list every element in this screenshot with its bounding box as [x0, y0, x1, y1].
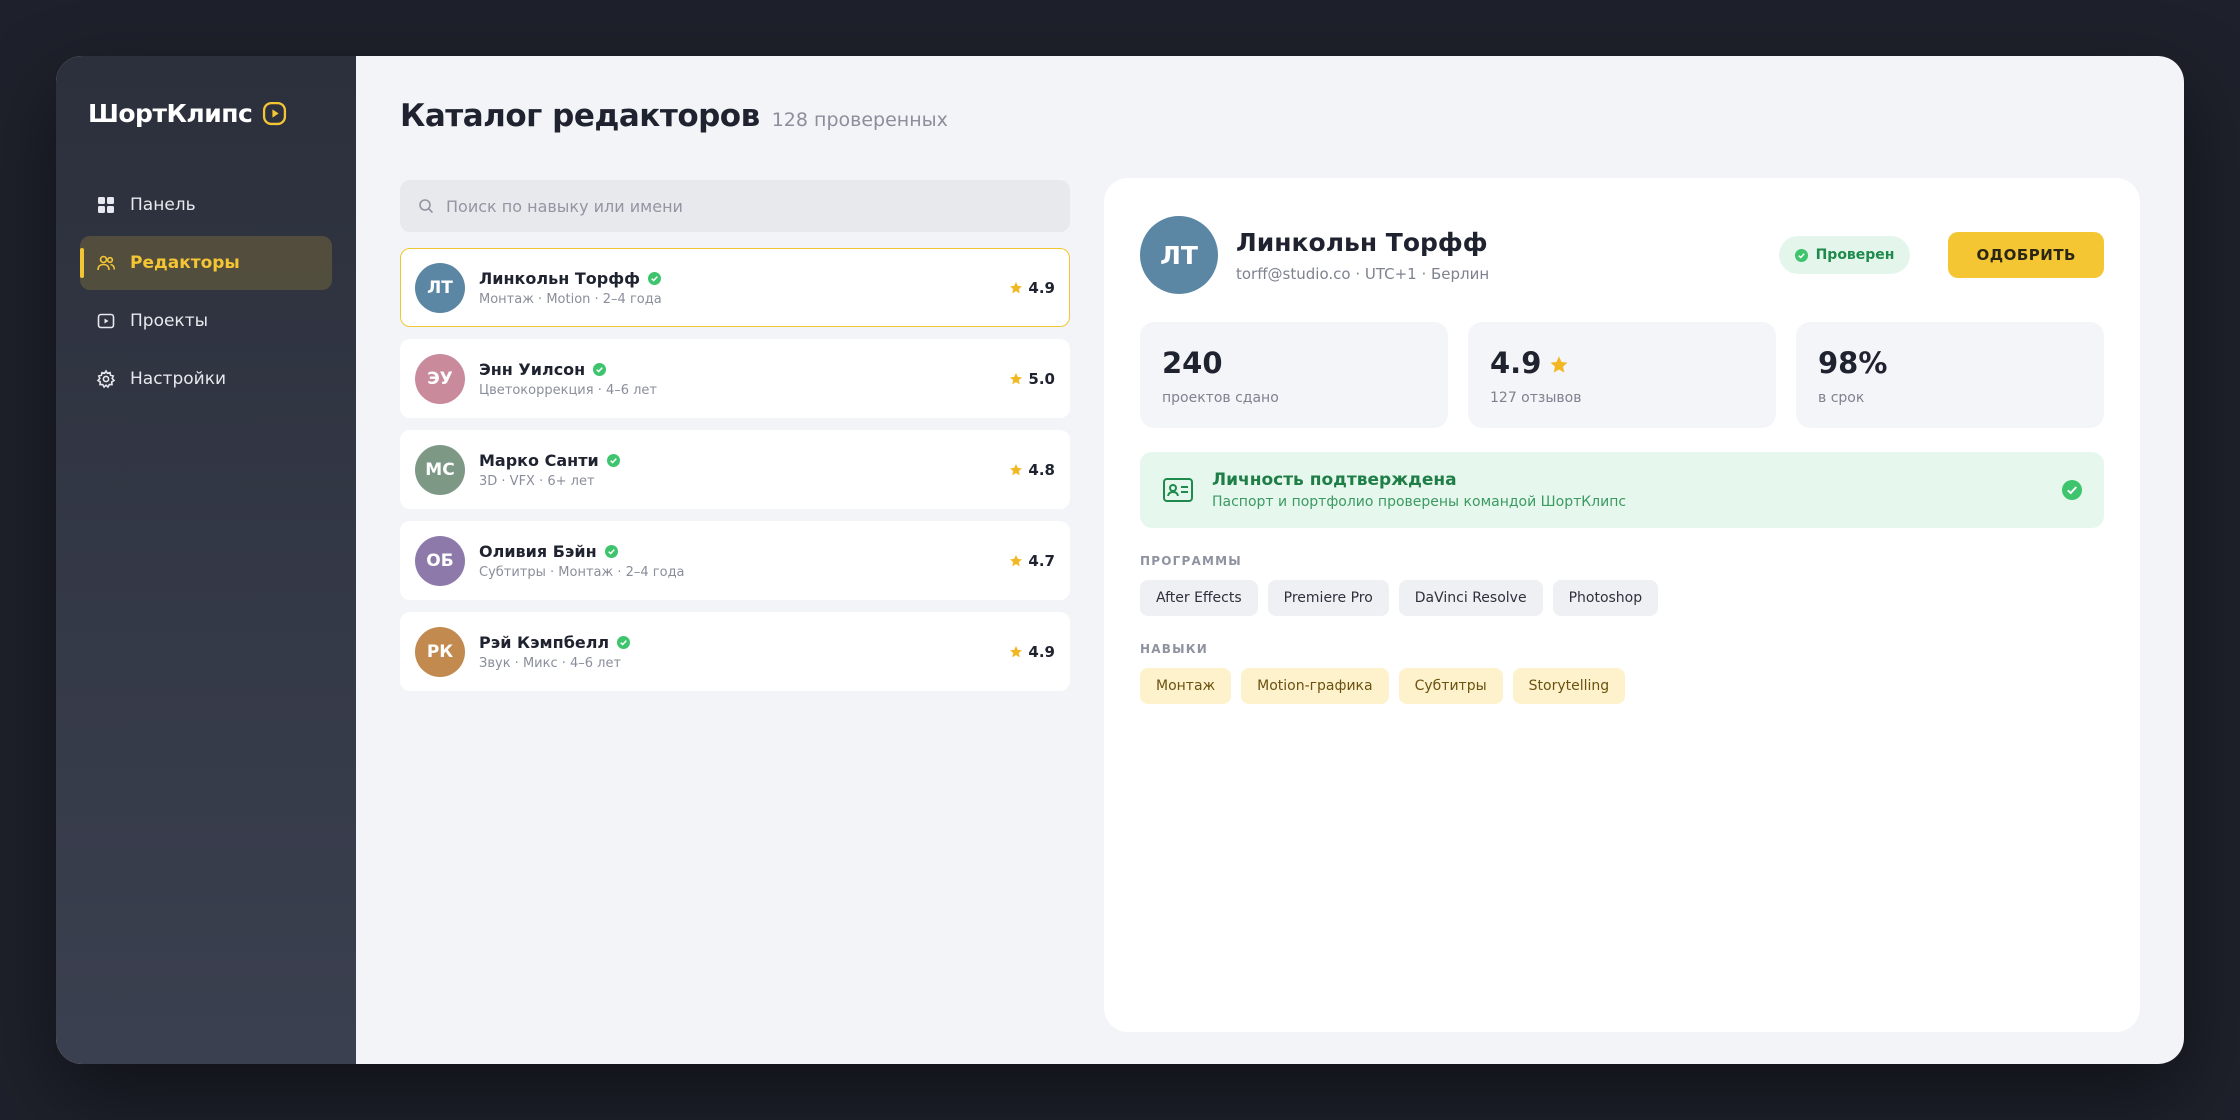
skill-chip: Storytelling: [1512, 668, 1626, 704]
grid-icon: [98, 197, 114, 213]
gear-icon: [96, 369, 116, 389]
editor-name: Линкольн Торфф: [479, 268, 640, 288]
sidebar-nav: Панель Редакторы Проекты Настройки: [80, 178, 332, 406]
search-input[interactable]: [446, 180, 1070, 232]
sidebar: ШортКлипс Панель Редакторы Проекты Настр…: [56, 56, 356, 1064]
detail-contact: torff@studio.co · UTC+1 · Берлин: [1236, 264, 1490, 283]
star-icon: [1550, 356, 1568, 373]
sidebar-item-label: Проекты: [130, 311, 209, 331]
editor-rating: 4.9: [1009, 643, 1055, 661]
editor-detail-panel: ЛТ Линкольн Торфф torff@studio.co · UTC+…: [1104, 178, 2140, 1032]
avatar: ЭУ: [415, 353, 465, 404]
avatar: МС: [415, 444, 465, 495]
editor-name: Марко Санти: [479, 450, 599, 470]
page-header: Каталог редакторов 128 проверенных: [400, 98, 2140, 138]
skill-chip: Motion-графика: [1241, 668, 1389, 704]
program-chip: Photoshop: [1552, 580, 1659, 616]
stats-row: 240 проектов сдано 4.9 127 отзывов 98% в…: [1140, 322, 2104, 428]
approve-button[interactable]: ОДОБРИТЬ: [1948, 232, 2104, 278]
page-title: Каталог редакторов: [400, 98, 760, 134]
star-icon: [1010, 463, 1023, 475]
id-card-icon: [1163, 478, 1193, 502]
program-chip: Premiere Pro: [1267, 580, 1389, 616]
search-icon: [419, 199, 434, 214]
programs-chips: After Effects Premiere Pro DaVinci Resol…: [1140, 580, 2104, 616]
editor-rating: 4.9: [1009, 279, 1055, 297]
verified-check-icon: [604, 544, 618, 558]
verified-check-icon: [606, 453, 620, 467]
content-area: ЛТ Линкольн Торфф Монтаж · Motion · 2–4 …: [400, 178, 2140, 1032]
play-circle-icon: [263, 101, 287, 125]
star-icon: [1010, 645, 1023, 657]
sidebar-item-editors[interactable]: Редакторы: [80, 236, 332, 290]
main-content: Каталог редакторов 128 проверенных ЛТ: [356, 56, 2184, 1064]
sidebar-item-label: Настройки: [130, 369, 227, 389]
brand-logo[interactable]: ШортКлипс: [80, 96, 332, 130]
skill-chip: Субтитры: [1398, 668, 1503, 704]
app-window: ШортКлипс Панель Редакторы Проекты Настр…: [56, 56, 2184, 1064]
skills-label: НАВЫКИ: [1140, 642, 1208, 656]
avatar: ЛТ: [415, 262, 465, 313]
editor-name: Энн Уилсон: [479, 359, 586, 379]
check-circle-icon: [2062, 480, 2082, 500]
editor-meta: Монтаж · Motion · 2–4 года: [479, 291, 662, 307]
sidebar-item-dashboard[interactable]: Панель: [80, 178, 332, 232]
identity-title: Личность подтверждена: [1212, 470, 1457, 490]
page-subtitle: 128 проверенных: [771, 109, 948, 131]
editor-card-santi[interactable]: МС Марко Санти 3D · VFX · 6+ лет 4.8: [400, 430, 1070, 509]
editor-card-bain[interactable]: ОБ Оливия Бэйн Субтитры · Монтаж · 2–4 г…: [400, 521, 1070, 600]
editor-card-campbell[interactable]: РК Рэй Кэмпбелл Звук · Микс · 4–6 лет 4.…: [400, 612, 1070, 691]
programs-label: ПРОГРАММЫ: [1140, 554, 1242, 568]
editor-list: ЛТ Линкольн Торфф Монтаж · Motion · 2–4 …: [400, 248, 1070, 691]
editor-rating: 4.8: [1009, 461, 1055, 479]
detail-name: Линкольн Торфф: [1236, 227, 1488, 257]
editor-meta: Цветокоррекция · 4–6 лет: [479, 382, 658, 398]
program-chip: After Effects: [1140, 580, 1258, 616]
editor-meta: 3D · VFX · 6+ лет: [479, 473, 595, 489]
skill-chip: Монтаж: [1140, 668, 1232, 704]
editor-name: Рэй Кэмпбелл: [479, 632, 610, 652]
stat-rating: 4.9 127 отзывов: [1468, 322, 1776, 428]
skills-chips: Монтаж Motion-графика Субтитры Storytell…: [1140, 668, 2104, 704]
identity-description: Паспорт и портфолио проверены командой Ш…: [1212, 494, 1627, 510]
avatar: ОБ: [415, 535, 465, 586]
detail-header: ЛТ Линкольн Торфф torff@studio.co · UTC+…: [1140, 214, 2104, 296]
sidebar-item-settings[interactable]: Настройки: [80, 352, 332, 406]
editor-card-wilson[interactable]: ЭУ Энн Уилсон Цветокоррекция · 4–6 лет 5…: [400, 339, 1070, 418]
editor-info: Рэй Кэмпбелл Звук · Микс · 4–6 лет: [479, 633, 995, 671]
editor-meta: Субтитры · Монтаж · 2–4 года: [479, 564, 685, 580]
verified-check-icon: [593, 362, 607, 376]
brand-name: ШортКлипс: [88, 98, 253, 128]
sidebar-item-projects[interactable]: Проекты: [80, 294, 332, 348]
stat-on-time: 98% в срок: [1796, 322, 2104, 428]
avatar: ЛТ: [1140, 216, 1218, 294]
star-icon: [1010, 372, 1023, 384]
star-icon: [1010, 281, 1023, 293]
editor-info: Линкольн Торфф Монтаж · Motion · 2–4 год…: [479, 269, 995, 307]
editor-card-torff[interactable]: ЛТ Линкольн Торфф Монтаж · Motion · 2–4 …: [400, 248, 1070, 327]
sidebar-item-label: Панель: [130, 195, 196, 215]
editor-rating: 5.0: [1009, 370, 1055, 388]
status-badge: Проверен: [1778, 236, 1911, 274]
stat-projects: 240 проектов сдано: [1140, 322, 1448, 428]
editor-info: Энн Уилсон Цветокоррекция · 4–6 лет: [479, 360, 995, 398]
identity-verified-banner: Личность подтверждена Паспорт и портфоли…: [1140, 452, 2104, 528]
editor-info: Оливия Бэйн Субтитры · Монтаж · 2–4 года: [479, 542, 995, 580]
program-chip: DaVinci Resolve: [1398, 580, 1543, 616]
editor-name: Оливия Бэйн: [479, 541, 597, 561]
editor-meta: Звук · Микс · 4–6 лет: [479, 655, 622, 671]
editor-info: Марко Санти 3D · VFX · 6+ лет: [479, 451, 995, 489]
star-icon: [1010, 554, 1023, 566]
editor-list-column: ЛТ Линкольн Торфф Монтаж · Motion · 2–4 …: [400, 180, 1070, 1032]
editor-rating: 4.7: [1009, 552, 1055, 570]
play-square-icon: [97, 313, 115, 329]
verified-check-icon: [1794, 248, 1808, 262]
avatar: РК: [415, 626, 465, 677]
sidebar-item-label: Редакторы: [130, 253, 240, 273]
users-icon: [97, 255, 116, 271]
verified-check-icon: [647, 271, 661, 285]
verified-check-icon: [617, 635, 631, 649]
search-box[interactable]: [400, 180, 1070, 232]
